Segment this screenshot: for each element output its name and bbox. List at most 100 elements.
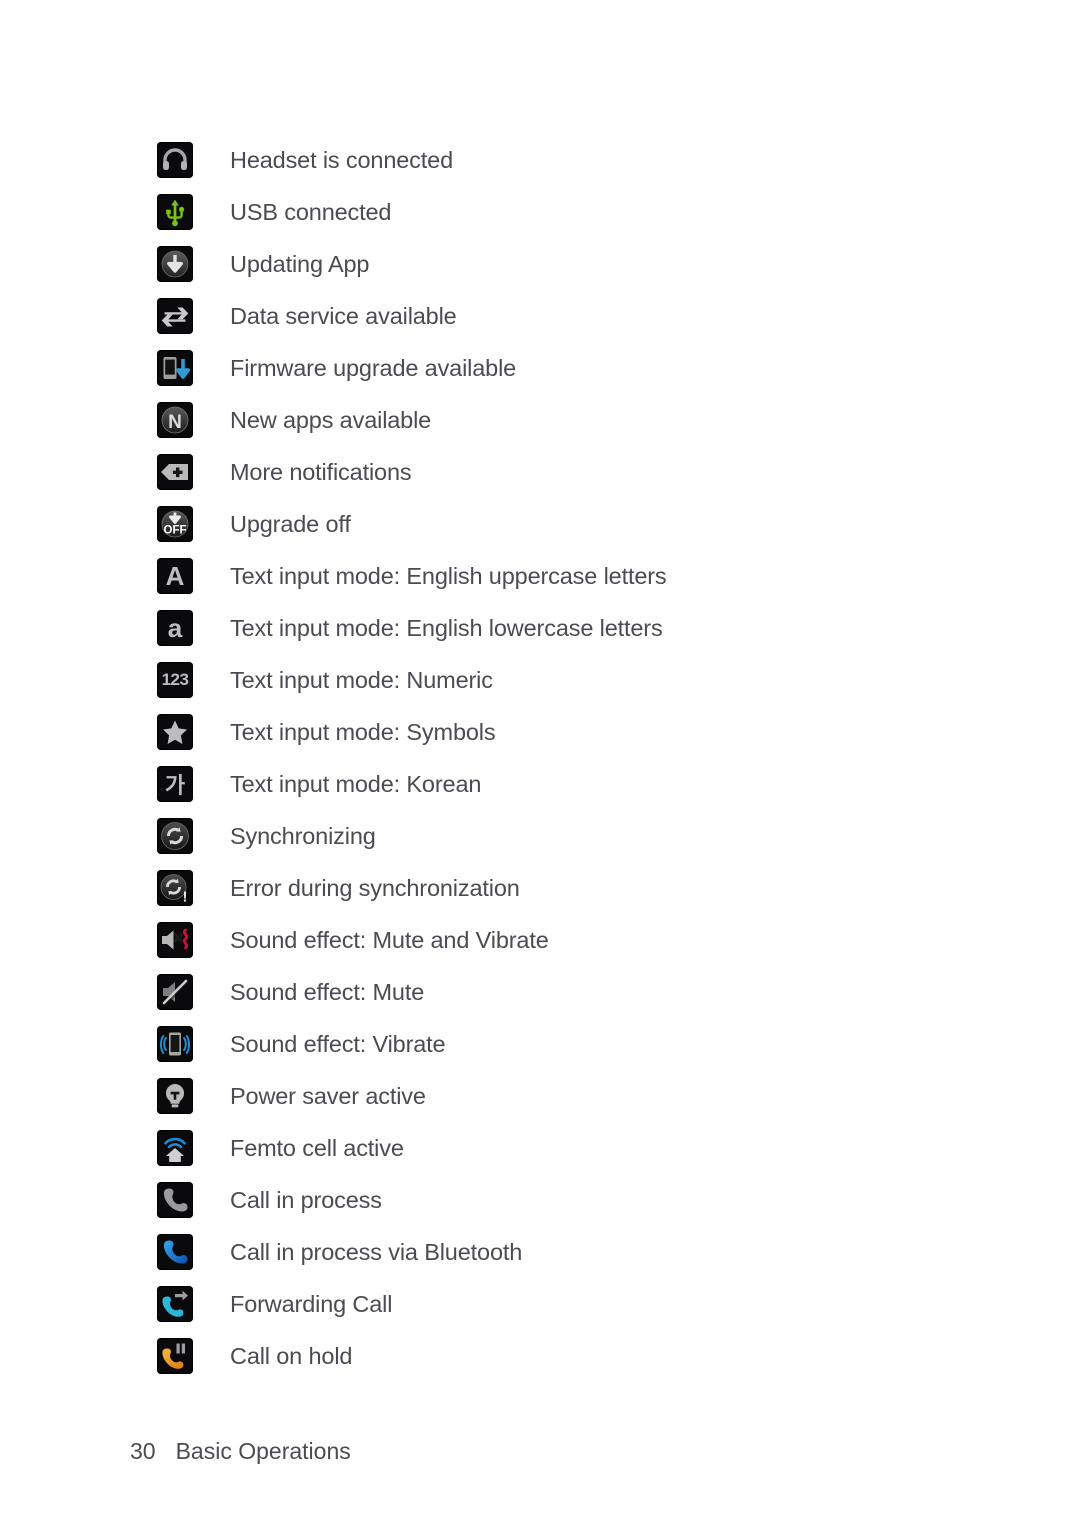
status-icon-label: More notifications [230,459,412,485]
status-icon-row: 123 Text input mode: Numeric [157,654,1017,706]
status-icon-list: Headset is connected USB connected Updat… [157,134,1017,1382]
status-icon-cell: 가 [157,766,193,802]
mute-icon [157,974,193,1010]
call-in-process-icon [157,1182,193,1218]
power-saver-bulb-icon [157,1078,193,1114]
status-icon-row: Forwarding Call [157,1278,1017,1330]
lowercase-a-icon: a [157,610,193,646]
femto-cell-home-icon [157,1130,193,1166]
status-icon-row: Updating App [157,238,1017,290]
vibrate-icon [157,1026,193,1062]
status-icon-cell: A [157,558,193,594]
status-icon-label: Text input mode: English lowercase lette… [230,615,663,641]
uppercase-a-icon: A [157,558,193,594]
status-icon-cell [157,1338,193,1374]
status-icon-label: Sound effect: Mute [230,979,425,1005]
status-icon-label: Forwarding Call [230,1291,393,1317]
status-icon-cell [157,1234,193,1270]
status-icon-cell: a [157,610,193,646]
status-icon-label: Updating App [230,251,370,277]
status-icon-cell [157,818,193,854]
status-icon-cell [157,1078,193,1114]
data-sync-arrows-icon [157,298,193,334]
svg-text:OFF: OFF [164,525,187,537]
status-icon-cell [157,194,193,230]
sync-icon [157,818,193,854]
status-icon-row: Firmware upgrade available [157,342,1017,394]
numeric-123-icon: 123 [157,662,193,698]
status-icon-label: Power saver active [230,1083,426,1109]
status-icon-row: Call in process [157,1174,1017,1226]
status-icon-label: Text input mode: English uppercase lette… [230,563,667,589]
more-notifications-icon [157,454,193,490]
status-icon-cell: OFF [157,506,193,542]
korean-ga-icon: 가 [157,766,193,802]
status-icon-row: Synchronizing [157,810,1017,862]
status-icon-label: Error during synchronization [230,875,520,901]
status-icon-row: Text input mode: Symbols [157,706,1017,758]
call-on-hold-icon [157,1338,193,1374]
status-icon-label: Text input mode: Korean [230,771,482,797]
status-icon-label: Sound effect: Mute and Vibrate [230,927,549,953]
status-icon-row: Power saver active [157,1070,1017,1122]
status-icon-cell [157,246,193,282]
page-number: 30 [130,1438,156,1464]
call-bluetooth-icon [157,1234,193,1270]
new-apps-n-icon: N [157,402,193,438]
status-icon-row: More notifications [157,446,1017,498]
status-icon-row: OFF Upgrade off [157,498,1017,550]
status-icon-label: Headset is connected [230,147,454,173]
status-icon-row: Data service available [157,290,1017,342]
symbols-star-icon [157,714,193,750]
status-icon-label: Call in process [230,1187,382,1213]
status-icon-cell [157,922,193,958]
status-icon-row: Call in process via Bluetooth [157,1226,1017,1278]
manual-page: Headset is connected USB connected Updat… [0,0,1080,1521]
status-icon-label: Call on hold [230,1343,353,1369]
status-icon-row: Headset is connected [157,134,1017,186]
status-icon-cell [157,714,193,750]
status-icon-row: a Text input mode: English lowercase lett… [157,602,1017,654]
status-icon-row: A Text input mode: English uppercase lett… [157,550,1017,602]
page-section-title: Basic Operations [175,1438,351,1464]
svg-text:!: ! [183,889,188,906]
status-icon-label: Text input mode: Symbols [230,719,496,745]
status-icon-cell: N [157,402,193,438]
upgrade-off-icon: OFF [157,506,193,542]
status-icon-label: Sound effect: Vibrate [230,1031,446,1057]
status-icon-cell: ! [157,870,193,906]
status-icon-row: N New apps available [157,394,1017,446]
status-icon-label: New apps available [230,407,432,433]
status-icon-cell [157,454,193,490]
status-icon-cell: 123 [157,662,193,698]
status-icon-row: Call on hold [157,1330,1017,1382]
status-icon-row: USB connected [157,186,1017,238]
usb-icon [157,194,193,230]
status-icon-label: Data service available [230,303,457,329]
sync-error-icon: ! [157,870,193,906]
page-footer: 30 Basic Operations [130,1438,351,1465]
status-icon-cell [157,298,193,334]
status-icon-cell [157,142,193,178]
status-icon-row: Femto cell active [157,1122,1017,1174]
status-icon-label: Synchronizing [230,823,376,849]
status-icon-label: Upgrade off [230,511,351,537]
status-icon-label: USB connected [230,199,392,225]
download-circle-icon [157,246,193,282]
mute-and-vibrate-icon [157,922,193,958]
status-icon-cell [157,974,193,1010]
forwarding-call-icon [157,1286,193,1322]
status-icon-cell [157,1026,193,1062]
status-icon-row: ! Error during synchronization [157,862,1017,914]
status-icon-cell [157,350,193,386]
status-icon-row: Sound effect: Mute and Vibrate [157,914,1017,966]
headset-icon [157,142,193,178]
status-icon-cell [157,1286,193,1322]
status-icon-cell [157,1130,193,1166]
status-icon-cell [157,1182,193,1218]
firmware-upgrade-icon [157,350,193,386]
status-icon-row: 가 Text input mode: Korean [157,758,1017,810]
status-icon-label: Text input mode: Numeric [230,667,493,693]
status-icon-row: Sound effect: Vibrate [157,1018,1017,1070]
status-icon-label: Femto cell active [230,1135,404,1161]
